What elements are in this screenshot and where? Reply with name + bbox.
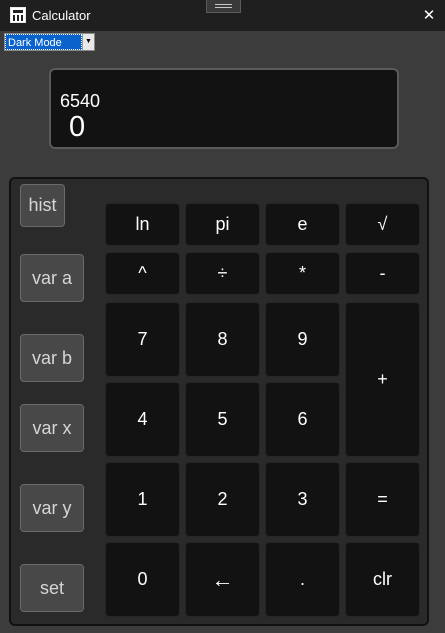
power-button[interactable]: ^ xyxy=(105,252,180,295)
seven-button[interactable]: 7 xyxy=(105,302,180,377)
var-y-button[interactable]: var y xyxy=(20,484,84,532)
pi-button[interactable]: pi xyxy=(185,203,260,246)
one-button[interactable]: 1 xyxy=(105,462,180,537)
title-bar[interactable]: Calculator ✕ xyxy=(0,0,445,31)
divide-button[interactable]: ÷ xyxy=(185,252,260,295)
minus-button[interactable]: - xyxy=(345,252,420,295)
three-button[interactable]: 3 xyxy=(265,462,340,537)
var-x-button[interactable]: var x xyxy=(20,404,84,452)
calculator-display: 6540 0 xyxy=(49,68,399,149)
sqrt-button[interactable]: √ xyxy=(345,203,420,246)
hist-button[interactable]: hist xyxy=(20,184,65,227)
ln-button[interactable]: ln xyxy=(105,203,180,246)
six-button[interactable]: 6 xyxy=(265,382,340,457)
two-button[interactable]: 2 xyxy=(185,462,260,537)
zero-button[interactable]: 0 xyxy=(105,542,180,617)
five-button[interactable]: 5 xyxy=(185,382,260,457)
calculator-icon xyxy=(10,7,26,23)
keypad: hist var a var b var x var y set ln pi e… xyxy=(9,177,429,626)
chevron-down-icon[interactable]: ▼ xyxy=(82,34,94,50)
multiply-button[interactable]: * xyxy=(265,252,340,295)
equals-button[interactable]: = xyxy=(345,462,420,537)
close-icon: ✕ xyxy=(422,7,436,24)
theme-dropdown-value: Dark Mode xyxy=(5,34,82,50)
close-button[interactable]: ✕ xyxy=(418,5,440,27)
result-text: 0 xyxy=(69,111,86,143)
backspace-button[interactable]: ← xyxy=(185,542,260,617)
nine-button[interactable]: 9 xyxy=(265,302,340,377)
expression-text: 6540 xyxy=(60,91,101,111)
set-button[interactable]: set xyxy=(20,564,84,612)
clear-button[interactable]: clr xyxy=(345,542,420,617)
var-a-button[interactable]: var a xyxy=(20,254,84,302)
four-button[interactable]: 4 xyxy=(105,382,180,457)
decimal-button[interactable]: . xyxy=(265,542,340,617)
drag-handle[interactable] xyxy=(206,0,241,13)
window-title: Calculator xyxy=(32,8,91,23)
eight-button[interactable]: 8 xyxy=(185,302,260,377)
plus-button[interactable]: + xyxy=(345,302,420,457)
var-b-button[interactable]: var b xyxy=(20,334,84,382)
theme-dropdown[interactable]: Dark Mode ▼ xyxy=(4,33,95,51)
e-button[interactable]: e xyxy=(265,203,340,246)
